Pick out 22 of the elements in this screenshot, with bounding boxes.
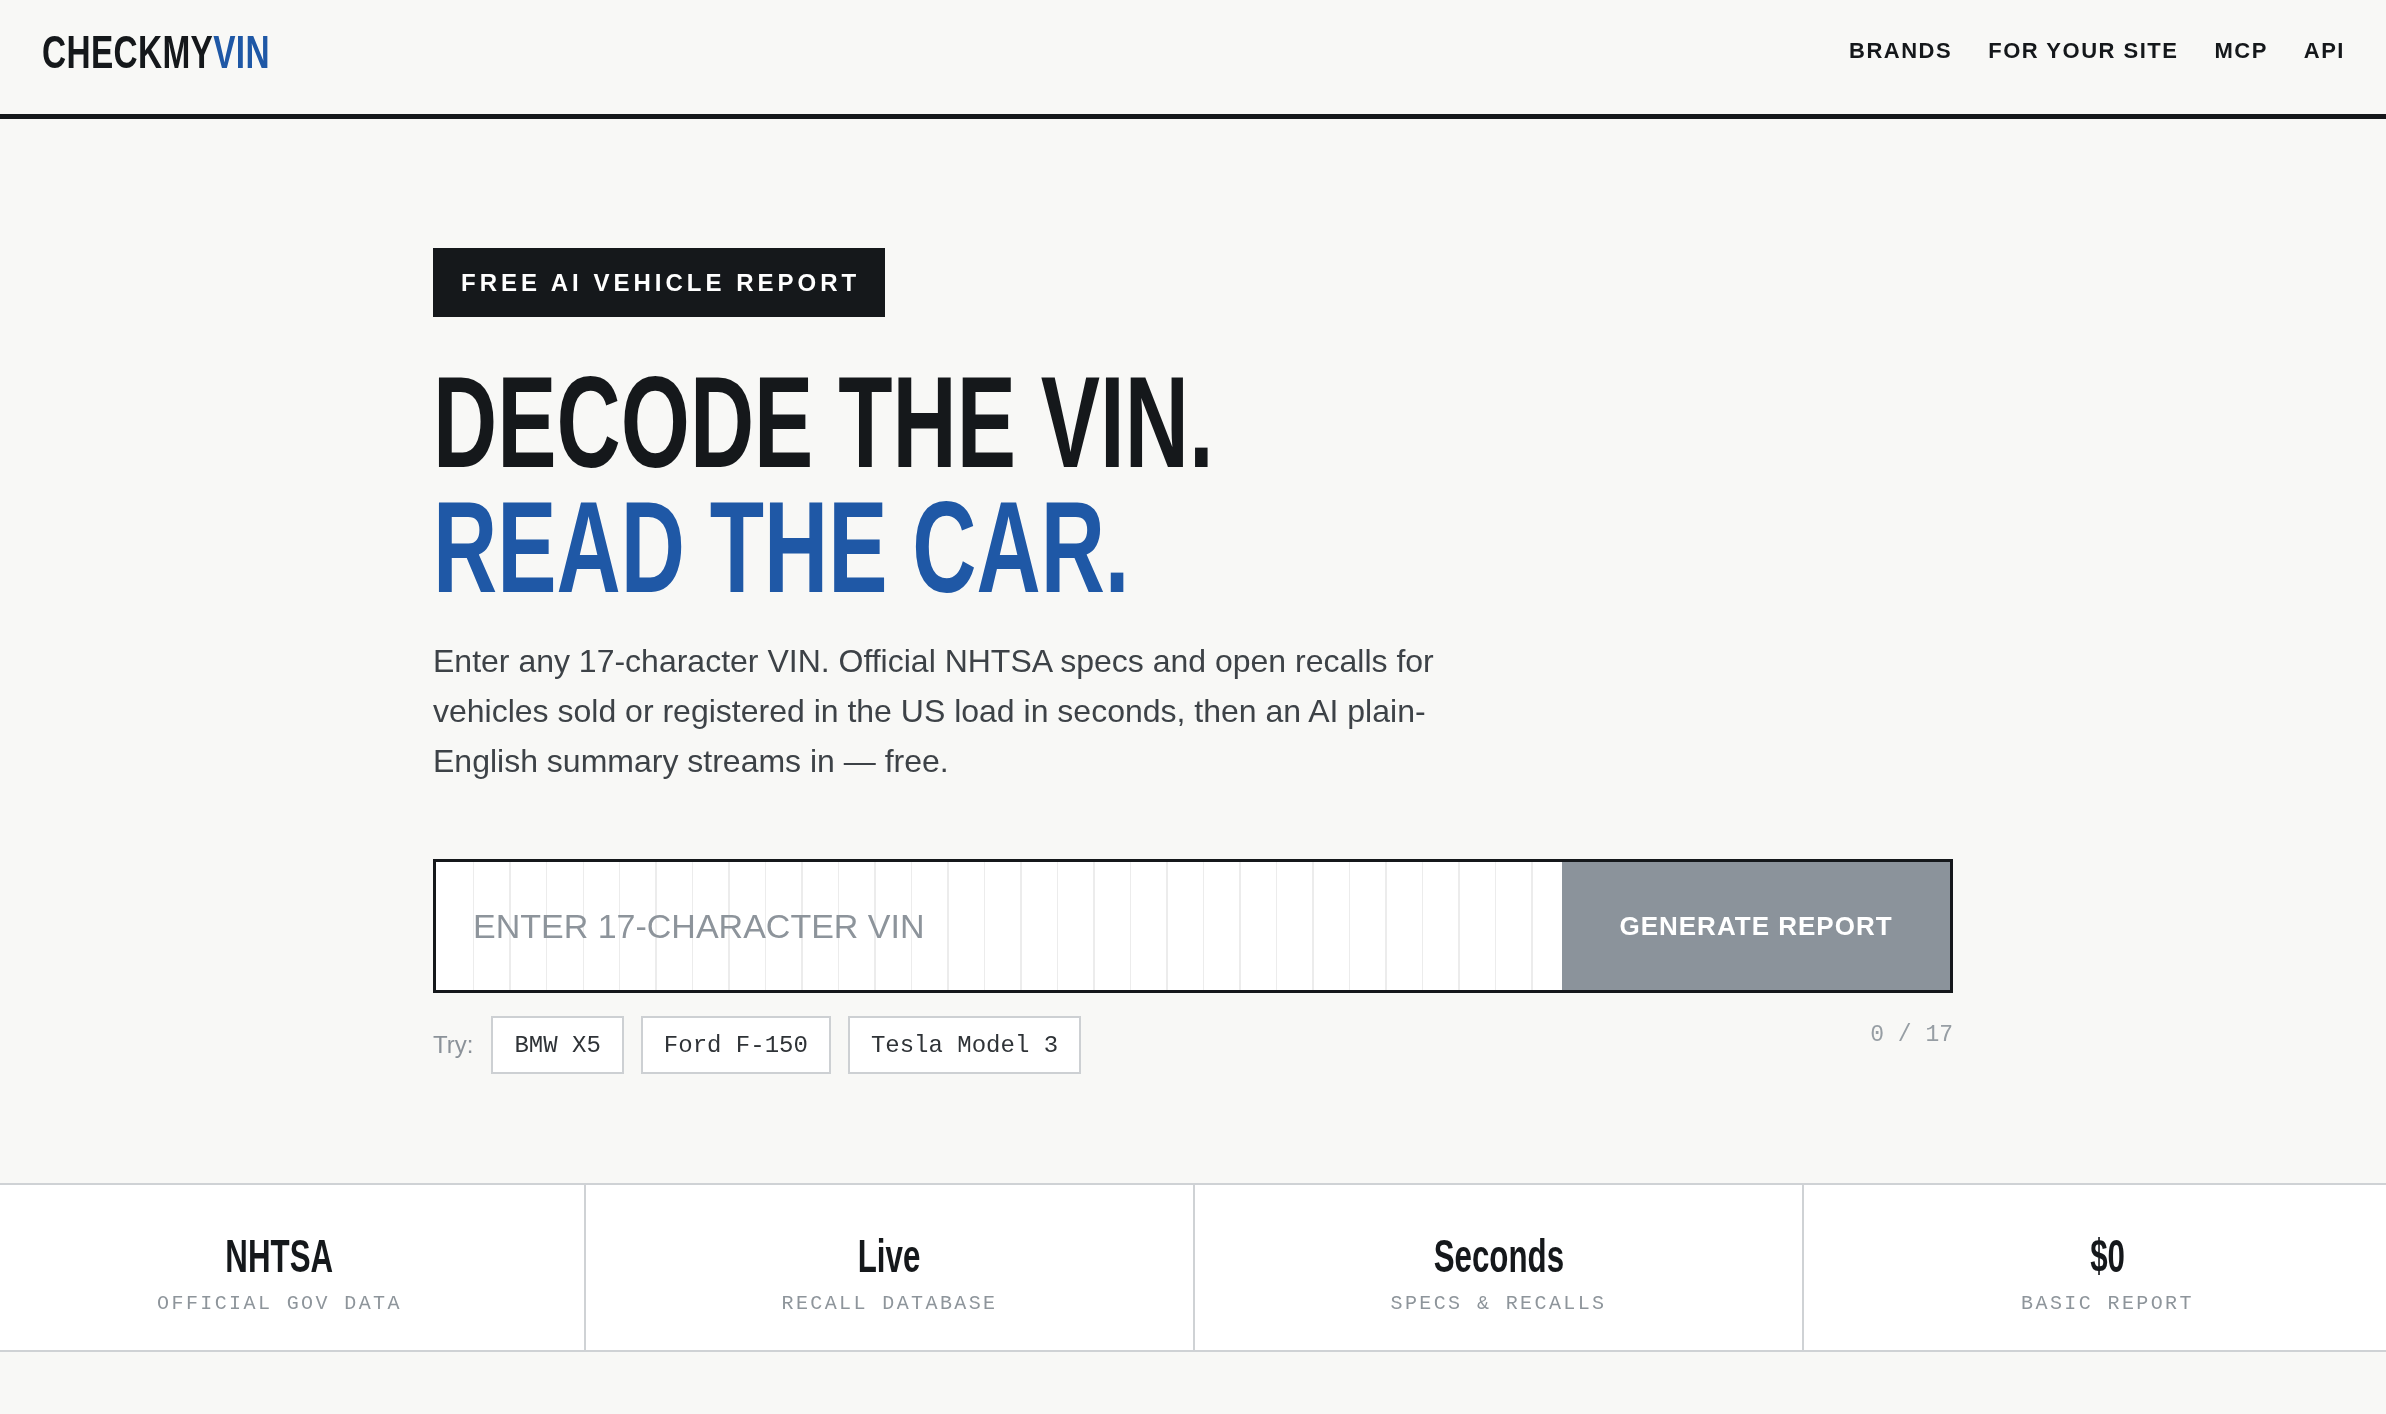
try-label: Try:	[433, 1030, 474, 1060]
stat-label: BASIC REPORT	[2021, 1291, 2194, 1317]
stat-value: Seconds	[1433, 1231, 1564, 1281]
nav-link[interactable]: MCP	[2214, 38, 2268, 64]
nav-link[interactable]: API	[2303, 38, 2345, 64]
nav-link[interactable]: BRANDS	[1849, 38, 1953, 64]
headline: READ THE CAR.	[433, 485, 1130, 610]
logo[interactable]: CHECKMYVIN	[42, 27, 270, 75]
headline: DECODE THE VIN.	[433, 360, 1214, 485]
intro-text: Enter any 17-character VIN. Official NHTSA specs and open recalls for vehicles sold or registered in the US load in seconds, then an AI plain-English summary streams in — free.	[433, 642, 1435, 781]
stat-label: RECALL DATABASE	[781, 1291, 998, 1317]
nav-link[interactable]: FOR YOUR SITE	[1988, 38, 2179, 64]
stat-value: NHTSA	[225, 1231, 334, 1281]
stat-value: $0	[2090, 1231, 2125, 1281]
stat-label: OFFICIAL GOV DATA	[157, 1291, 402, 1317]
example-chip[interactable]: Ford F-150	[640, 1016, 831, 1074]
badge: FREE AI VEHICLE REPORT	[433, 248, 886, 317]
stat-label: SPECS & RECALLS	[1390, 1291, 1607, 1317]
example-chip[interactable]: Tesla Model 3	[847, 1016, 1082, 1074]
example-chip[interactable]: BMW X5	[491, 1016, 624, 1074]
character-counter: 0 / 17	[1870, 1021, 1953, 1049]
stat-value: Live	[858, 1231, 921, 1281]
